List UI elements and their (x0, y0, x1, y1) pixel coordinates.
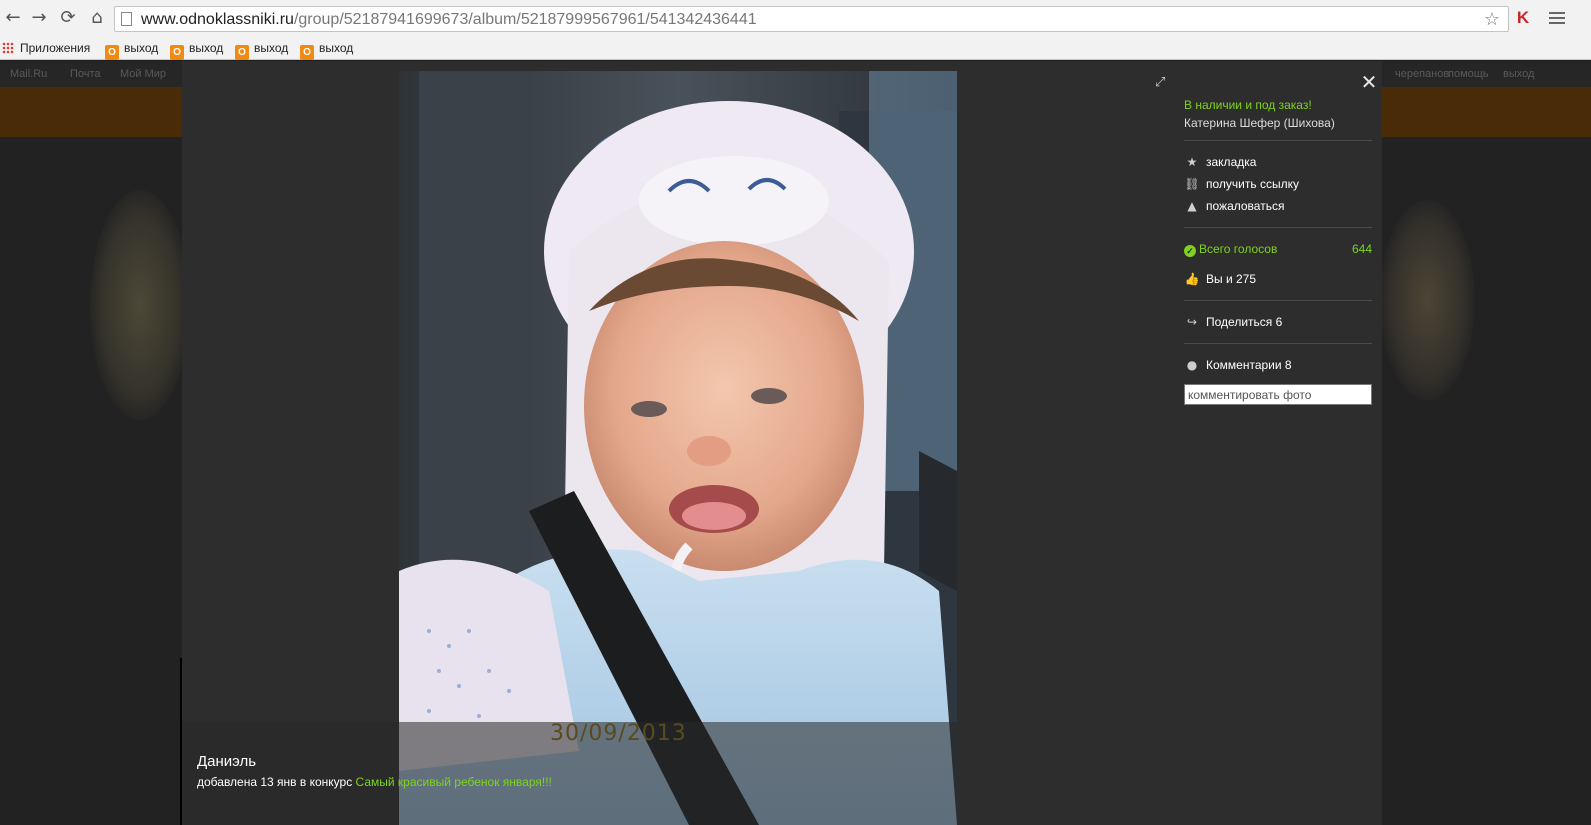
bookmark-action[interactable]: ★ закладка (1184, 151, 1372, 173)
votes-label: Всего голосов (1199, 241, 1278, 256)
bookmark-item[interactable]: Овыход (170, 39, 224, 60)
fullscreen-icon[interactable]: ⤢ (1155, 76, 1169, 90)
likes-label: Вы и 275 (1206, 272, 1257, 286)
bookmark-item[interactable]: Овыход (105, 39, 159, 60)
bookmark-label: выход (254, 41, 289, 55)
get-link-label: получить ссылку (1206, 177, 1299, 191)
background-flower-decoration (90, 190, 190, 420)
speech-bubble-icon: ● (1186, 358, 1198, 372)
bookmark-label: закладка (1206, 155, 1257, 169)
url-path: /group/52187941699673/album/521879995679… (293, 11, 757, 28)
share-label: Поделиться 6 (1206, 315, 1283, 329)
browser-toolbar: ← → ⟳ ⌂ www.odnoklassniki.ru/group/52187… (0, 0, 1591, 36)
photo-side-panel: В наличии и под заказ! Катерина Шефер (Ш… (1184, 91, 1372, 405)
votes-row[interactable]: ✓ Всего голосов 644 (1184, 238, 1372, 260)
divider (1184, 227, 1372, 228)
report-action[interactable]: ▲ пожаловаться (1184, 195, 1372, 217)
bookmark-item[interactable]: Овыход (300, 39, 354, 60)
site-link-mymir[interactable]: Мой Мир (120, 68, 166, 80)
photo-meta: добавлена 13 янв в конкурс Самый красивы… (197, 775, 552, 789)
photo-date-stamp: 30/09/2013 (550, 721, 687, 746)
reload-icon[interactable]: ⟳ (57, 7, 79, 29)
thumbs-up-icon: 👍 (1184, 272, 1200, 286)
bookmark-item[interactable]: Овыход (235, 39, 289, 60)
bookmark-label: выход (319, 41, 354, 55)
bookmark-apps-label: Приложения (20, 41, 91, 55)
comments-label: Комментарии 8 (1206, 358, 1292, 372)
link-icon: ⛓ (1184, 177, 1200, 191)
baby-photo-image (399, 71, 957, 825)
photo[interactable] (399, 71, 957, 825)
divider (1184, 140, 1372, 141)
share-action[interactable]: ↪ Поделиться 6 (1184, 311, 1372, 333)
divider (1184, 300, 1372, 301)
comments-action[interactable]: ● Комментарии 8 (1184, 354, 1372, 376)
odnoklassniki-icon: О (300, 45, 314, 60)
divider (1184, 343, 1372, 344)
likes-action[interactable]: 👍 Вы и 275 (1184, 268, 1372, 290)
back-icon[interactable]: ← (2, 7, 24, 29)
odnoklassniki-icon: О (170, 45, 184, 60)
site-link-mailru[interactable]: Mail.Ru (10, 68, 47, 80)
bookmarks-bar: Приложения Овыход Овыход Овыход Овыход (0, 36, 1591, 60)
background-flower-decoration (1380, 200, 1475, 400)
site-link-mail[interactable]: Почта (70, 68, 101, 80)
url-text[interactable]: www.odnoklassniki.ru/group/5218794169967… (141, 11, 757, 29)
check-circle-icon: ✓ (1184, 244, 1196, 257)
author-name[interactable]: Катерина Шефер (Шихова) (1184, 116, 1372, 130)
bookmark-label: выход (124, 41, 159, 55)
apps-icon (2, 42, 14, 54)
contest-link[interactable]: Самый красивый ребенок января!!! (356, 775, 552, 789)
report-label: пожаловаться (1206, 199, 1285, 213)
odnoklassniki-icon: О (105, 45, 119, 60)
forward-icon[interactable]: → (28, 7, 50, 29)
bookmark-apps[interactable]: Приложения (2, 39, 90, 57)
warning-icon: ▲ (1187, 199, 1197, 213)
odnoklassniki-icon: О (235, 45, 249, 60)
site-link-help[interactable]: помощь (1448, 68, 1489, 80)
photo-added-text: добавлена 13 янв в конкурс (197, 775, 353, 789)
url-host: www.odnoklassniki.ru (141, 11, 294, 28)
comment-input[interactable] (1184, 384, 1372, 405)
votes-count: 644 (1351, 242, 1372, 256)
star-icon: ★ (1186, 155, 1198, 169)
extension-icon[interactable]: K (1514, 9, 1532, 27)
group-name-link[interactable]: В наличии и под заказ! (1184, 98, 1372, 112)
close-icon[interactable]: ✕ (1360, 72, 1378, 92)
bookmark-label: выход (189, 41, 224, 55)
photo-title: Даниэль (197, 753, 257, 770)
home-icon[interactable]: ⌂ (86, 7, 108, 29)
site-link-logout[interactable]: выход (1503, 68, 1534, 80)
page-icon (121, 12, 132, 26)
bookmark-star-icon[interactable]: ☆ (1484, 9, 1500, 30)
browser-menu-icon[interactable] (1549, 9, 1565, 27)
get-link-action[interactable]: ⛓ получить ссылку (1184, 173, 1372, 195)
share-arrow-icon: ↪ (1186, 315, 1198, 329)
photo-viewer: 30/09/2013 Даниэль добавлена 13 янв в ко… (182, 61, 1382, 825)
site-link-user[interactable]: черепанов (1395, 68, 1449, 80)
address-bar[interactable]: www.odnoklassniki.ru/group/5218794169967… (114, 6, 1509, 32)
